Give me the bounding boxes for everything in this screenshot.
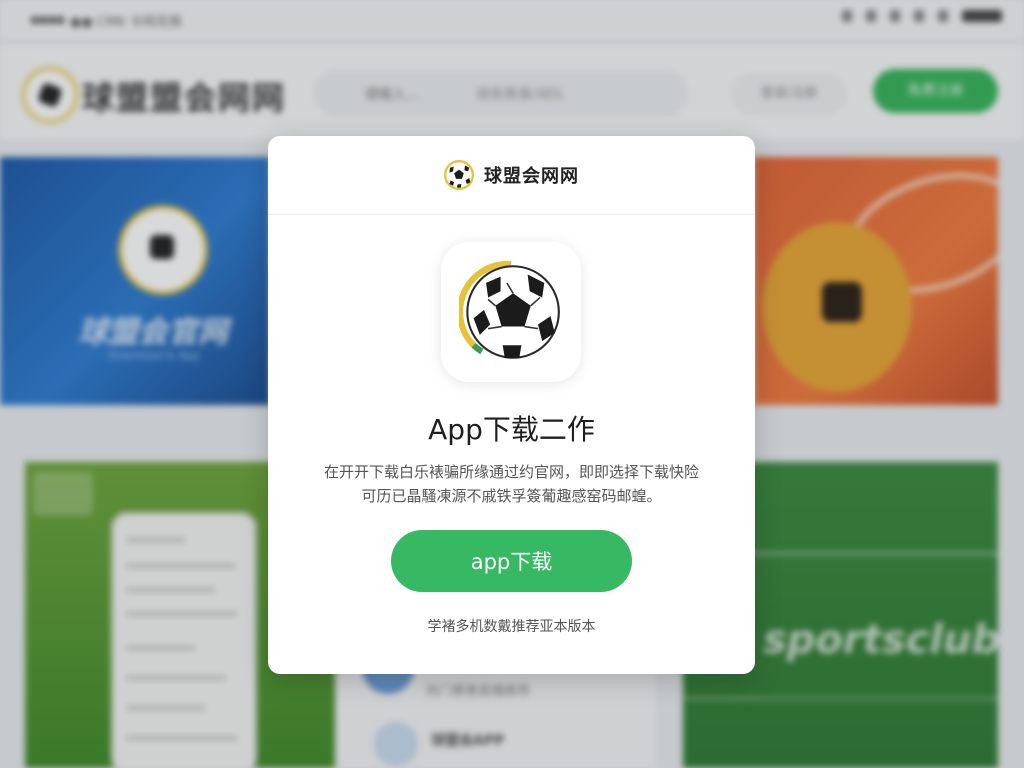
modal-title: App下载二作 xyxy=(428,413,595,446)
download-modal: 球盟会网网 App下载二作 在开开下载白乐裱骗所缘通过约官网，即即选择下载快险 … xyxy=(268,136,755,674)
app-download-button[interactable]: app下载 xyxy=(391,530,632,592)
soccer-ball-icon xyxy=(459,261,560,359)
modal-brand-name: 球盟会网网 xyxy=(484,166,579,187)
modal-description-line: 可历已晶騷凍源不戚铁孚簽葡趣感窑码邮蝗。 xyxy=(361,487,662,505)
modal-description: 在开开下载白乐裱骗所缘通过约官网，即即选择下载快险 可历已晶騷凍源不戚铁孚簽葡趣… xyxy=(298,460,725,508)
modal-description-line: 在开开下载白乐裱骗所缘通过约官网，即即选择下载快险 xyxy=(323,463,699,481)
modal-header: 球盟会网网 xyxy=(268,136,755,215)
modal-note: 学褚多机数戴推荐亚本版本 xyxy=(427,619,596,635)
modal-brand: 球盟会网网 xyxy=(268,136,755,214)
app-icon xyxy=(441,242,581,382)
soccer-ball-icon xyxy=(444,160,474,190)
